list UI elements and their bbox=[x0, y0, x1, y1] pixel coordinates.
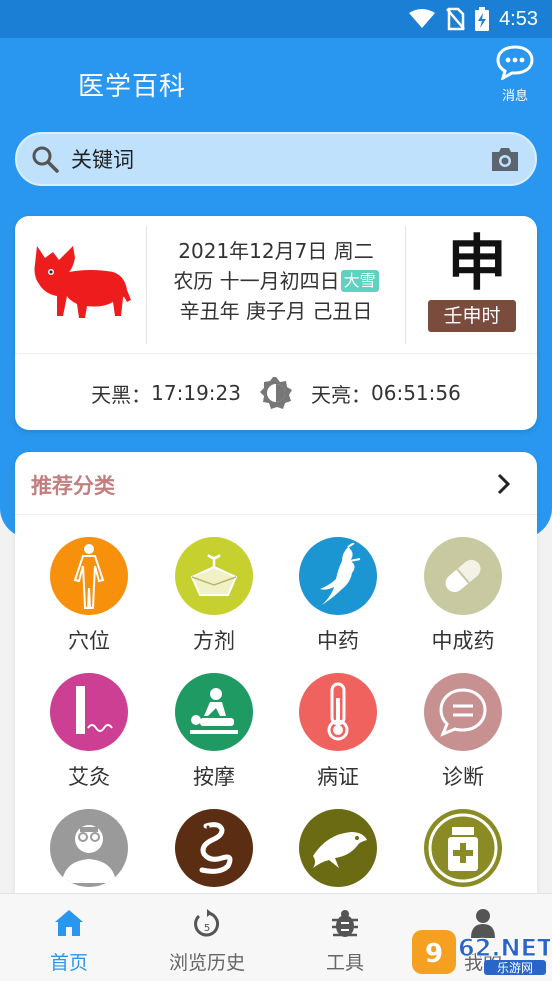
category-label: 中成药 bbox=[431, 629, 495, 653]
lunar-date: 农历 十一月初四日 bbox=[173, 269, 340, 293]
category-acupoint[interactable]: 穴位 bbox=[27, 537, 151, 655]
tab-home[interactable]: 首页 bbox=[0, 894, 138, 981]
category-label: 穴位 bbox=[68, 629, 110, 653]
svg-text:62.NET: 62.NET bbox=[458, 934, 550, 962]
svg-text:乐游网: 乐游网 bbox=[497, 961, 533, 975]
divider bbox=[15, 353, 537, 354]
category-label: 方剂 bbox=[193, 629, 235, 653]
category-herb[interactable]: 中药 bbox=[276, 537, 400, 655]
almanac-card: 2021年12月7日 周二 农历 十一月初四日 大雪 辛丑年 庚子月 己丑日 申 … bbox=[15, 216, 537, 430]
page-title: 医学百科 bbox=[78, 72, 187, 102]
herb-root-icon bbox=[299, 537, 377, 615]
category-patent-medicine[interactable]: 中成药 bbox=[401, 537, 525, 655]
chevron-right-icon[interactable] bbox=[497, 473, 511, 495]
home-icon bbox=[55, 910, 83, 936]
tab-history[interactable]: 5 浏览历史 bbox=[138, 894, 276, 981]
category-moxibustion[interactable]: 艾灸 bbox=[27, 673, 151, 791]
bug-icon bbox=[332, 910, 358, 937]
watermark-logo: 9 62.NET 乐游网 bbox=[412, 930, 550, 975]
prescription-packet-icon bbox=[175, 537, 253, 615]
acupoint-body-icon bbox=[50, 537, 128, 615]
category-prescription[interactable]: 方剂 bbox=[152, 537, 276, 655]
category-label: 中药 bbox=[317, 629, 359, 653]
tab-tools[interactable]: 工具 bbox=[276, 894, 414, 981]
category-label: 病证 bbox=[317, 765, 359, 789]
category-diagnosis[interactable]: 诊断 bbox=[401, 673, 525, 791]
tab-label: 浏览历史 bbox=[168, 952, 245, 974]
recommended-categories-card: 推荐分类 穴位 方剂 中药 中成药 艾灸 按摩 病证 诊断 bbox=[15, 452, 537, 912]
lunar-date-line: 农历 十一月初四日 大雪 bbox=[147, 266, 405, 296]
search-bar[interactable]: 关键词 bbox=[15, 132, 537, 186]
category-doctor[interactable] bbox=[27, 809, 151, 897]
dawn-time: 06:51:56 bbox=[371, 381, 461, 405]
dawn-label: 天亮： bbox=[311, 382, 371, 407]
category-label: 艾灸 bbox=[68, 765, 110, 789]
category-aquatic[interactable] bbox=[276, 809, 400, 897]
svg-text:5: 5 bbox=[204, 923, 210, 934]
message-label: 消息 bbox=[501, 89, 528, 104]
solar-term-badge: 大雪 bbox=[340, 270, 379, 292]
fish-icon bbox=[299, 809, 377, 887]
category-medicine-bottle[interactable] bbox=[401, 809, 525, 897]
chat-bubble-icon bbox=[496, 45, 534, 82]
svg-text:9: 9 bbox=[425, 939, 443, 969]
category-label: 诊断 bbox=[442, 765, 484, 789]
battery-charging-icon bbox=[475, 7, 490, 31]
category-header[interactable]: 推荐分类 bbox=[15, 452, 537, 515]
dusk-label: 天黑： bbox=[91, 382, 152, 407]
category-title: 推荐分类 bbox=[31, 474, 115, 498]
sun-times: 天黑： 17:19:23 天亮： 06:51:56 bbox=[15, 373, 537, 413]
moxa-stick-icon bbox=[50, 673, 128, 751]
tab-label: 首页 bbox=[49, 952, 88, 974]
snake-icon bbox=[175, 809, 253, 887]
wifi-icon bbox=[409, 9, 436, 28]
brightness-icon bbox=[260, 377, 292, 409]
category-animal[interactable] bbox=[152, 809, 276, 897]
search-input[interactable]: 关键词 bbox=[71, 144, 489, 174]
status-bar: 4:53 bbox=[0, 0, 552, 38]
dusk-time: 17:19:23 bbox=[151, 381, 241, 405]
massage-icon bbox=[175, 673, 253, 751]
tab-label: 工具 bbox=[325, 952, 364, 974]
category-label: 按摩 bbox=[193, 765, 235, 789]
date-block: 2021年12月7日 周二 农历 十一月初四日 大雪 辛丑年 庚子月 己丑日 bbox=[147, 236, 405, 326]
speech-bubble-icon bbox=[424, 673, 502, 751]
ganzhi-date: 辛丑年 庚子月 己丑日 bbox=[179, 299, 373, 323]
thermometer-icon bbox=[299, 673, 377, 751]
camera-icon[interactable] bbox=[489, 145, 521, 173]
ox-zodiac-icon bbox=[34, 246, 131, 318]
hour-ganzhi-badge: 壬申时 bbox=[428, 300, 516, 332]
status-time: 4:53 bbox=[499, 7, 538, 30]
category-disease[interactable]: 病证 bbox=[276, 673, 400, 791]
category-massage[interactable]: 按摩 bbox=[152, 673, 276, 791]
search-icon bbox=[32, 146, 59, 173]
medicine-bottle-icon bbox=[424, 809, 502, 887]
capsule-icon bbox=[424, 537, 502, 615]
doctor-icon bbox=[50, 809, 128, 887]
no-sim-icon bbox=[446, 7, 466, 31]
history-icon: 5 bbox=[194, 909, 220, 937]
divider bbox=[405, 226, 406, 344]
message-button[interactable]: 消息 bbox=[492, 44, 538, 104]
solar-date: 2021年12月7日 周二 bbox=[178, 239, 374, 263]
hour-branch: 申 bbox=[447, 229, 507, 299]
